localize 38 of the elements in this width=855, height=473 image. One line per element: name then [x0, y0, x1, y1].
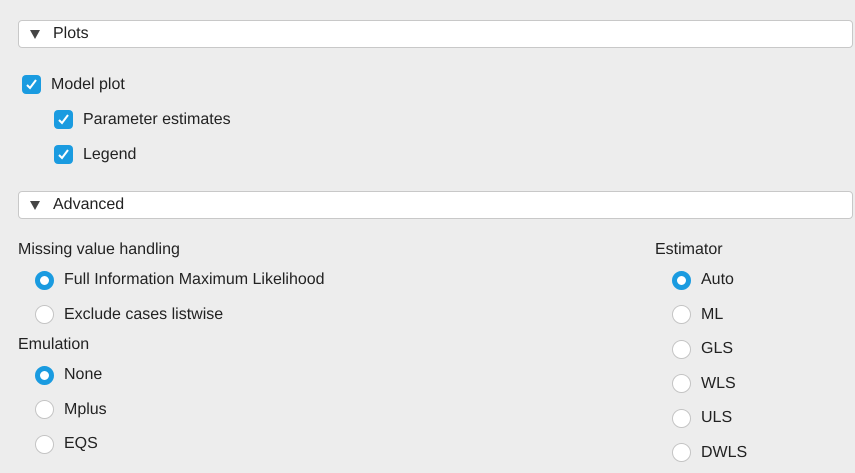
checkbox[interactable]: [54, 110, 73, 129]
radio-button[interactable]: [672, 305, 691, 324]
radio-label: DWLS: [701, 442, 748, 463]
radio-button[interactable]: [672, 340, 691, 359]
checkbox[interactable]: [22, 75, 41, 94]
radio-label: GLS: [701, 339, 734, 360]
caret-down-icon: [29, 28, 41, 40]
radio-button[interactable]: [35, 270, 54, 290]
group-title: Missing value handling: [18, 240, 181, 260]
radio-button[interactable]: [35, 400, 54, 420]
caret-down-icon: [29, 199, 41, 211]
checkbox-label: Parameter estimates: [83, 110, 231, 130]
radio-button[interactable]: [672, 270, 691, 290]
radio-button[interactable]: [672, 408, 691, 428]
radio-label: None: [64, 365, 102, 386]
radio-label: ML: [701, 304, 724, 325]
checkmark-icon: [57, 148, 70, 161]
section-header[interactable]: Plots: [18, 20, 853, 48]
checkbox-label: Legend: [83, 144, 136, 164]
radio-label: Full Information Maximum Likelihood: [64, 270, 325, 290]
radio-label: WLS: [701, 374, 736, 394]
radio-label: ULS: [701, 408, 732, 428]
radio-button[interactable]: [672, 443, 691, 462]
section-header[interactable]: Advanced: [18, 191, 853, 219]
radio-button[interactable]: [35, 434, 54, 454]
checkbox-label: Model plot: [51, 74, 125, 94]
checkmark-icon: [57, 113, 70, 126]
checkbox[interactable]: [54, 145, 73, 164]
radio-button[interactable]: [35, 366, 54, 385]
radio-label: EQS: [64, 434, 98, 454]
radio-button[interactable]: [35, 305, 54, 324]
radio-label: Auto: [701, 270, 734, 290]
group-title: Emulation: [18, 335, 90, 355]
checkmark-icon: [25, 78, 38, 91]
radio-button[interactable]: [672, 374, 691, 394]
radio-label: Mplus: [64, 400, 107, 420]
radio-label: Exclude cases listwise: [64, 304, 224, 325]
group-title: Estimator: [655, 240, 724, 260]
